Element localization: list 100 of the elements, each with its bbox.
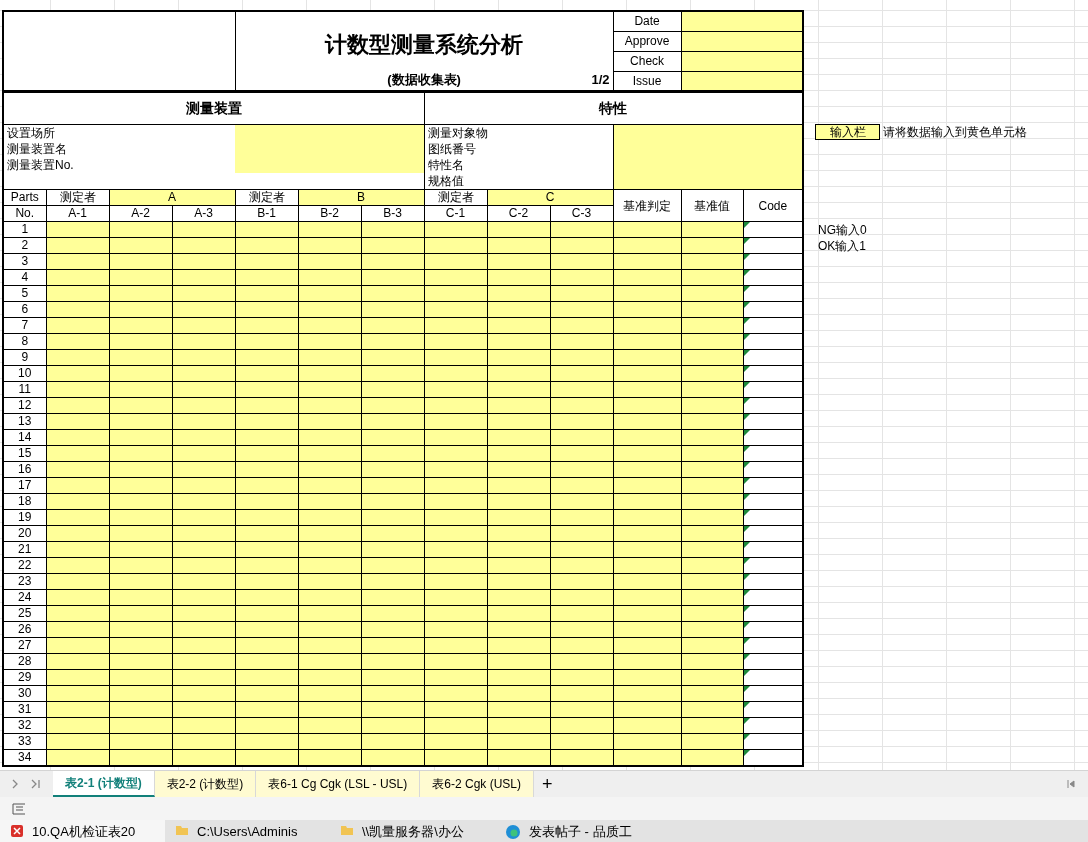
error-marker-icon — [743, 558, 750, 564]
column-header: 基准判定 — [613, 189, 682, 222]
error-marker-icon — [743, 686, 750, 692]
code-cell[interactable] — [743, 429, 804, 446]
input-field[interactable] — [235, 125, 424, 173]
column-header: 基准值 — [681, 189, 744, 222]
error-marker-icon — [743, 622, 750, 628]
error-marker-icon — [743, 462, 750, 468]
section-header: 测量装置 — [3, 91, 424, 125]
approval-label: Check — [613, 51, 682, 72]
taskbar-item[interactable]: C:\Users\Adminis — [165, 820, 330, 842]
row-number: 23 — [3, 573, 46, 590]
sheet-tab[interactable]: 表6-2 Cgk (USL) — [420, 771, 534, 797]
code-cell[interactable] — [743, 253, 804, 270]
code-cell[interactable] — [743, 333, 804, 350]
code-cell[interactable] — [743, 461, 804, 478]
field-label: 测量装置名 — [6, 141, 68, 157]
column-header: A-2 — [109, 205, 172, 222]
code-cell[interactable] — [743, 573, 804, 590]
row-number: 25 — [3, 605, 46, 622]
row-number: 18 — [3, 493, 46, 510]
row-number: 11 — [3, 381, 46, 398]
code-cell[interactable] — [743, 397, 804, 414]
code-cell[interactable] — [743, 557, 804, 574]
error-marker-icon — [743, 414, 750, 420]
code-cell[interactable] — [743, 653, 804, 670]
error-marker-icon — [743, 398, 750, 404]
scroll-left-icon[interactable] — [1066, 779, 1076, 789]
code-cell[interactable] — [743, 701, 804, 718]
code-cell[interactable] — [743, 669, 804, 686]
code-cell[interactable] — [743, 733, 804, 750]
error-marker-icon — [743, 430, 750, 436]
error-marker-icon — [743, 270, 750, 276]
code-cell[interactable] — [743, 637, 804, 654]
error-marker-icon — [743, 238, 750, 244]
taskbar-item[interactable]: 发表帖子 - 品质工 — [495, 820, 660, 842]
input-swatch: 输入栏 — [815, 124, 880, 140]
last-sheet-icon[interactable] — [31, 779, 41, 789]
code-cell[interactable] — [743, 237, 804, 254]
add-sheet-button[interactable]: + — [533, 771, 561, 797]
row-number: 15 — [3, 445, 46, 462]
error-marker-icon — [743, 606, 750, 612]
error-marker-icon — [743, 478, 750, 484]
error-marker-icon — [743, 718, 750, 724]
row-number: 26 — [3, 621, 46, 638]
page-number: 1/2 — [591, 70, 610, 89]
code-cell[interactable] — [743, 317, 804, 334]
code-cell[interactable] — [743, 365, 804, 382]
document-app-icon — [10, 824, 24, 838]
row-number: 20 — [3, 525, 46, 542]
code-cell[interactable] — [743, 477, 804, 494]
taskbar-item[interactable]: \\凯量服务器\办公 — [330, 820, 495, 842]
row-number: 3 — [3, 253, 46, 270]
code-cell[interactable] — [743, 445, 804, 462]
code-cell[interactable] — [743, 269, 804, 286]
code-cell[interactable] — [743, 621, 804, 638]
code-cell[interactable] — [743, 589, 804, 606]
error-marker-icon — [743, 222, 750, 228]
row-number: 16 — [3, 461, 46, 478]
input-field[interactable] — [613, 124, 804, 190]
code-cell[interactable] — [743, 717, 804, 734]
code-cell[interactable] — [743, 221, 804, 238]
error-marker-icon — [743, 574, 750, 580]
code-cell[interactable] — [743, 541, 804, 558]
error-marker-icon — [743, 670, 750, 676]
approval-field[interactable] — [681, 11, 804, 32]
field-label: 测量对象物 — [426, 125, 489, 141]
column-header: C-2 — [487, 205, 550, 222]
code-cell[interactable] — [743, 509, 804, 526]
folder-icon — [175, 824, 189, 836]
column-header: C-3 — [550, 205, 614, 222]
note-text: NG输入0 — [818, 222, 868, 238]
error-marker-icon — [743, 446, 750, 452]
code-cell[interactable] — [743, 493, 804, 510]
row-number: 31 — [3, 701, 46, 718]
code-cell[interactable] — [743, 285, 804, 302]
row-number: 17 — [3, 477, 46, 494]
error-marker-icon — [743, 638, 750, 644]
error-marker-icon — [743, 590, 750, 596]
code-cell[interactable] — [743, 525, 804, 542]
taskbar-label: 发表帖子 - 品质工 — [529, 824, 632, 840]
taskbar-item[interactable]: 10.QA机检证表20 — [0, 820, 165, 842]
row-number: 22 — [3, 557, 46, 574]
code-cell[interactable] — [743, 381, 804, 398]
sheet-tab[interactable]: 表6-1 Cg Cgk (LSL - USL) — [256, 771, 421, 797]
field-label: 规格值 — [426, 173, 465, 189]
sheet-tab[interactable]: 表2-2 (计数型) — [154, 771, 257, 797]
code-cell[interactable] — [743, 413, 804, 430]
sheet-tab[interactable]: 表2-1 (计数型) — [53, 771, 155, 797]
next-sheet-icon[interactable] — [12, 779, 19, 789]
column-header: 测定者 — [46, 189, 109, 206]
code-cell[interactable] — [743, 349, 804, 366]
field-label: 测量装置No. — [6, 157, 75, 173]
code-cell[interactable] — [743, 605, 804, 622]
row-number: 24 — [3, 589, 46, 606]
code-cell[interactable] — [743, 685, 804, 702]
code-cell[interactable] — [743, 301, 804, 318]
row-number: 2 — [3, 237, 46, 254]
column-header: B-3 — [361, 205, 424, 222]
column-header: A-1 — [46, 205, 109, 222]
